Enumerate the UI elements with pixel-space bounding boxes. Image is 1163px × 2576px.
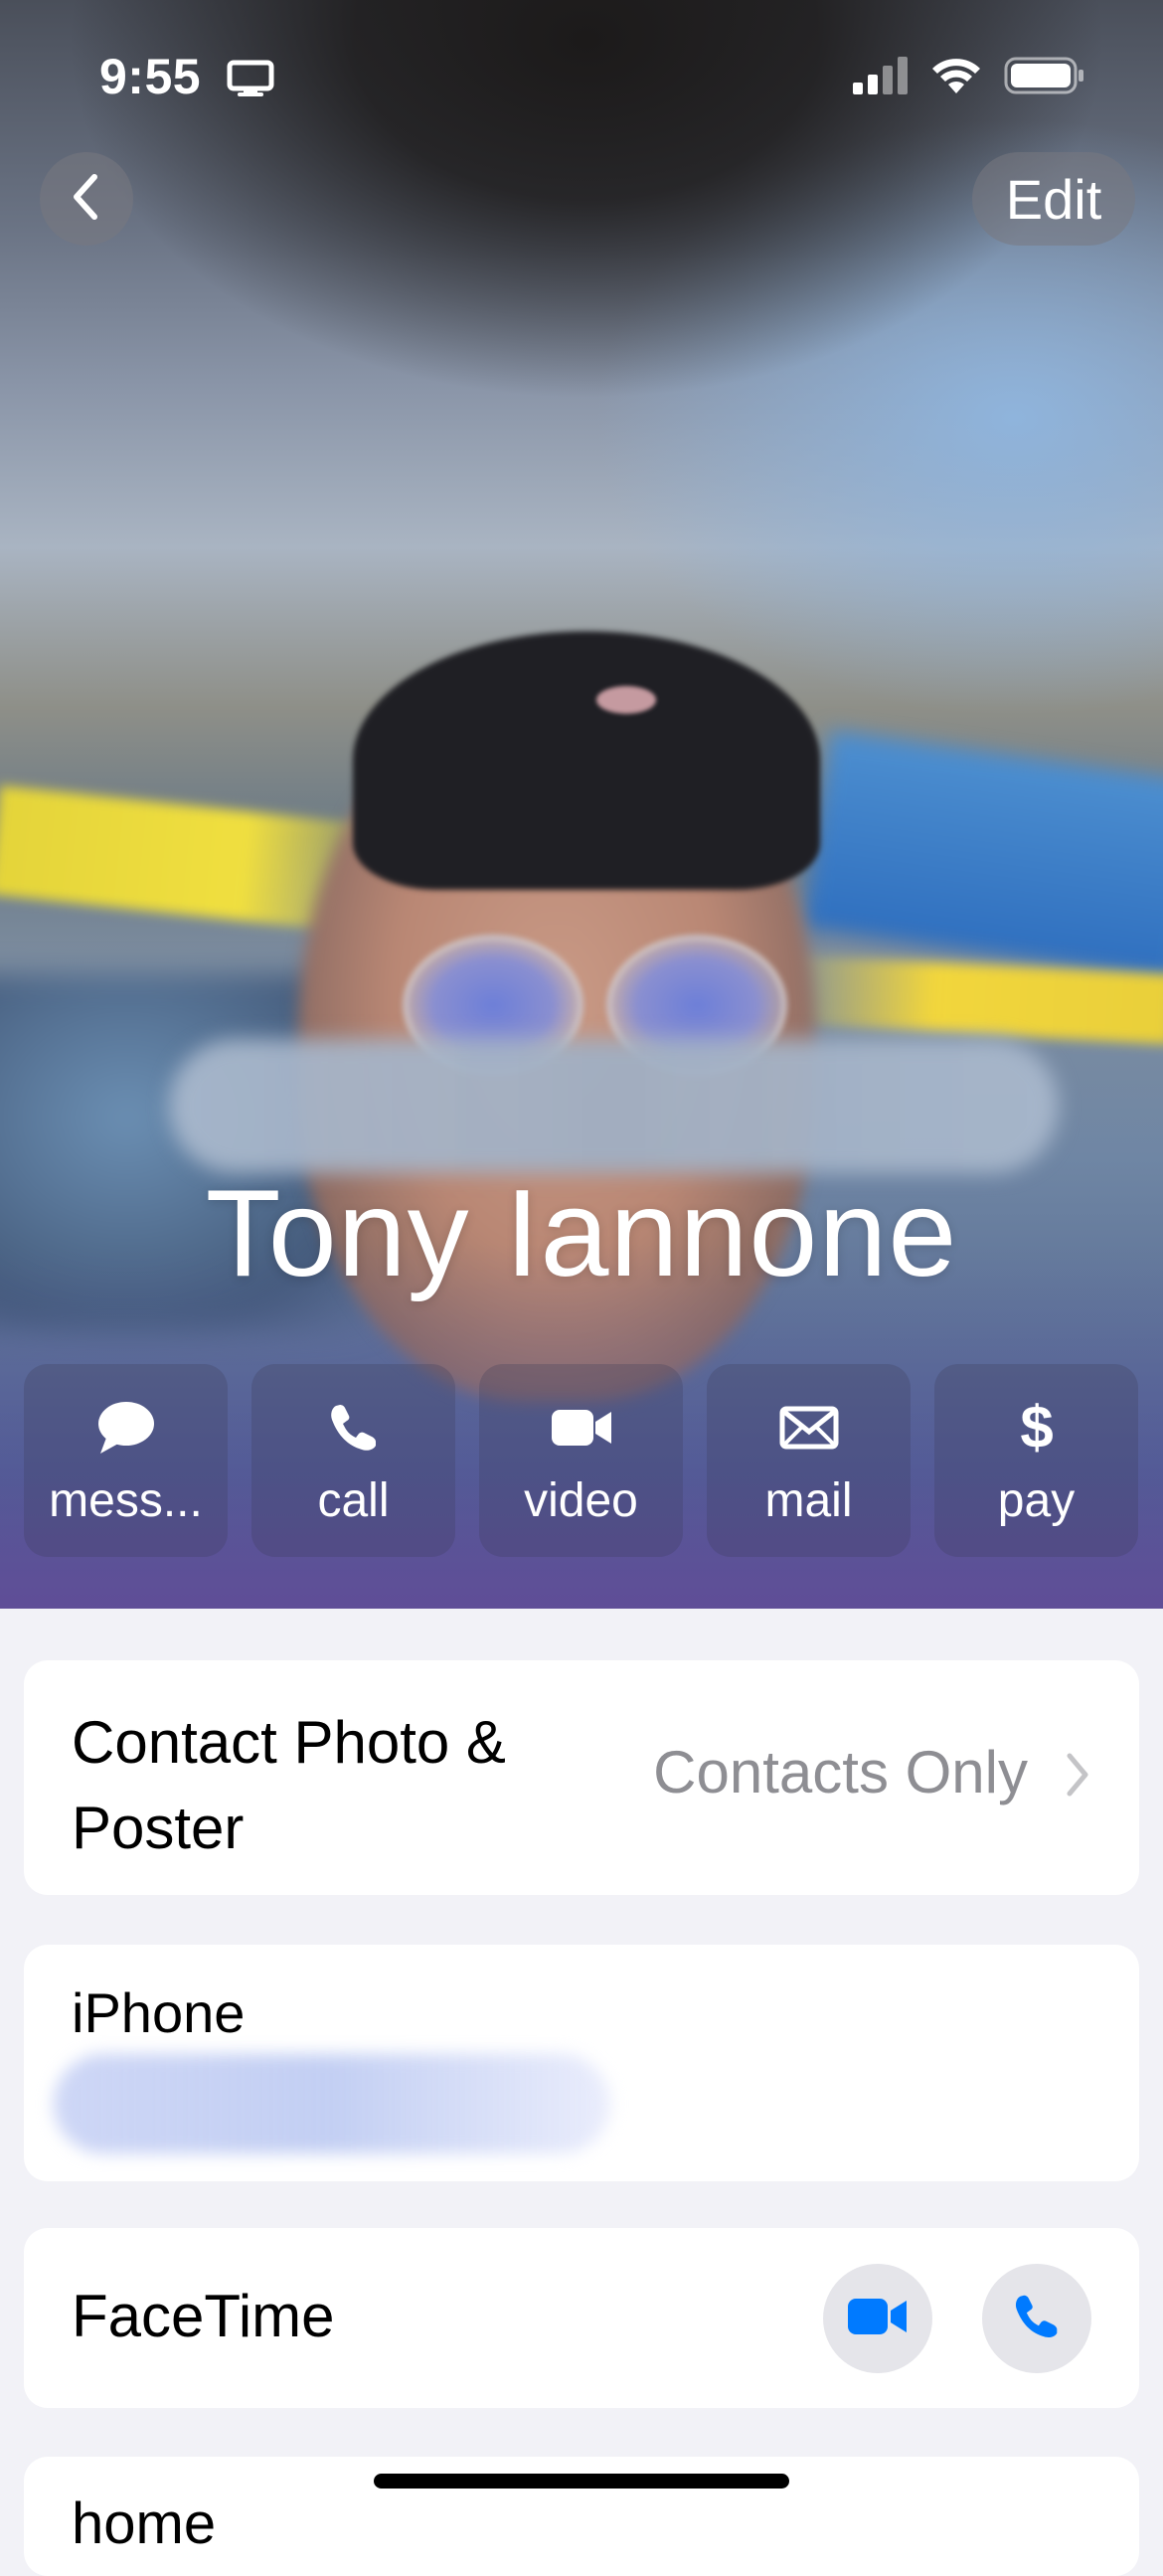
facetime-audio-button[interactable] bbox=[982, 2264, 1091, 2373]
display-icon bbox=[227, 60, 274, 96]
back-button[interactable] bbox=[40, 152, 133, 246]
phone-number-row[interactable]: iPhone bbox=[24, 1945, 1139, 2181]
message-action-button[interactable]: mess... bbox=[24, 1364, 228, 1557]
action-label: video bbox=[524, 1474, 638, 1527]
envelope-icon bbox=[779, 1398, 839, 1458]
phone-icon bbox=[328, 1398, 380, 1458]
status-time: 9:55 bbox=[99, 49, 202, 104]
facetime-video-button[interactable] bbox=[823, 2264, 932, 2373]
call-action-button[interactable]: call bbox=[251, 1364, 455, 1557]
phone-icon bbox=[1013, 2293, 1061, 2345]
video-camera-icon bbox=[550, 1398, 613, 1458]
action-label: mess... bbox=[49, 1474, 203, 1527]
contact-photo-poster-row[interactable]: Contact Photo & Poster Contacts Only bbox=[24, 1660, 1139, 1895]
phone-label: iPhone bbox=[72, 1981, 246, 2044]
wifi-icon bbox=[930, 56, 982, 100]
redacted-phone-number[interactable] bbox=[54, 2054, 610, 2153]
contact-photo-poster-label: Contact Photo & Poster bbox=[72, 1709, 506, 1861]
poster-portrait-cap bbox=[353, 631, 820, 890]
facetime-label: FaceTime bbox=[72, 2283, 335, 2349]
message-bubble-icon bbox=[96, 1398, 156, 1458]
mail-action-button[interactable]: mail bbox=[707, 1364, 911, 1557]
battery-icon bbox=[1004, 56, 1085, 100]
facetime-row: FaceTime bbox=[24, 2228, 1139, 2408]
video-camera-icon bbox=[847, 2297, 909, 2341]
redacted-region bbox=[169, 1039, 1059, 1173]
cellular-signal-icon bbox=[853, 57, 909, 99]
home-indicator[interactable] bbox=[374, 2474, 789, 2489]
quick-actions: mess... call video mail $ pay bbox=[24, 1364, 1138, 1557]
video-action-button[interactable]: video bbox=[479, 1364, 683, 1557]
poster-background-detail bbox=[802, 730, 1163, 980]
poster-portrait-cap bbox=[596, 686, 656, 714]
dollar-icon: $ bbox=[1017, 1396, 1057, 1460]
contact-name: Tony Iannone bbox=[205, 1165, 958, 1302]
home-label: home bbox=[72, 2491, 217, 2556]
svg-text:$: $ bbox=[1020, 1396, 1053, 1460]
action-label: mail bbox=[764, 1474, 853, 1527]
chevron-left-icon bbox=[67, 171, 106, 228]
contact-photo-poster-value: Contacts Only bbox=[653, 1739, 1028, 1805]
chevron-right-icon bbox=[1064, 1750, 1091, 1804]
action-label: pay bbox=[997, 1474, 1076, 1527]
action-label: call bbox=[317, 1474, 390, 1527]
edit-button[interactable]: Edit bbox=[972, 152, 1135, 246]
pay-action-button[interactable]: $ pay bbox=[934, 1364, 1138, 1557]
